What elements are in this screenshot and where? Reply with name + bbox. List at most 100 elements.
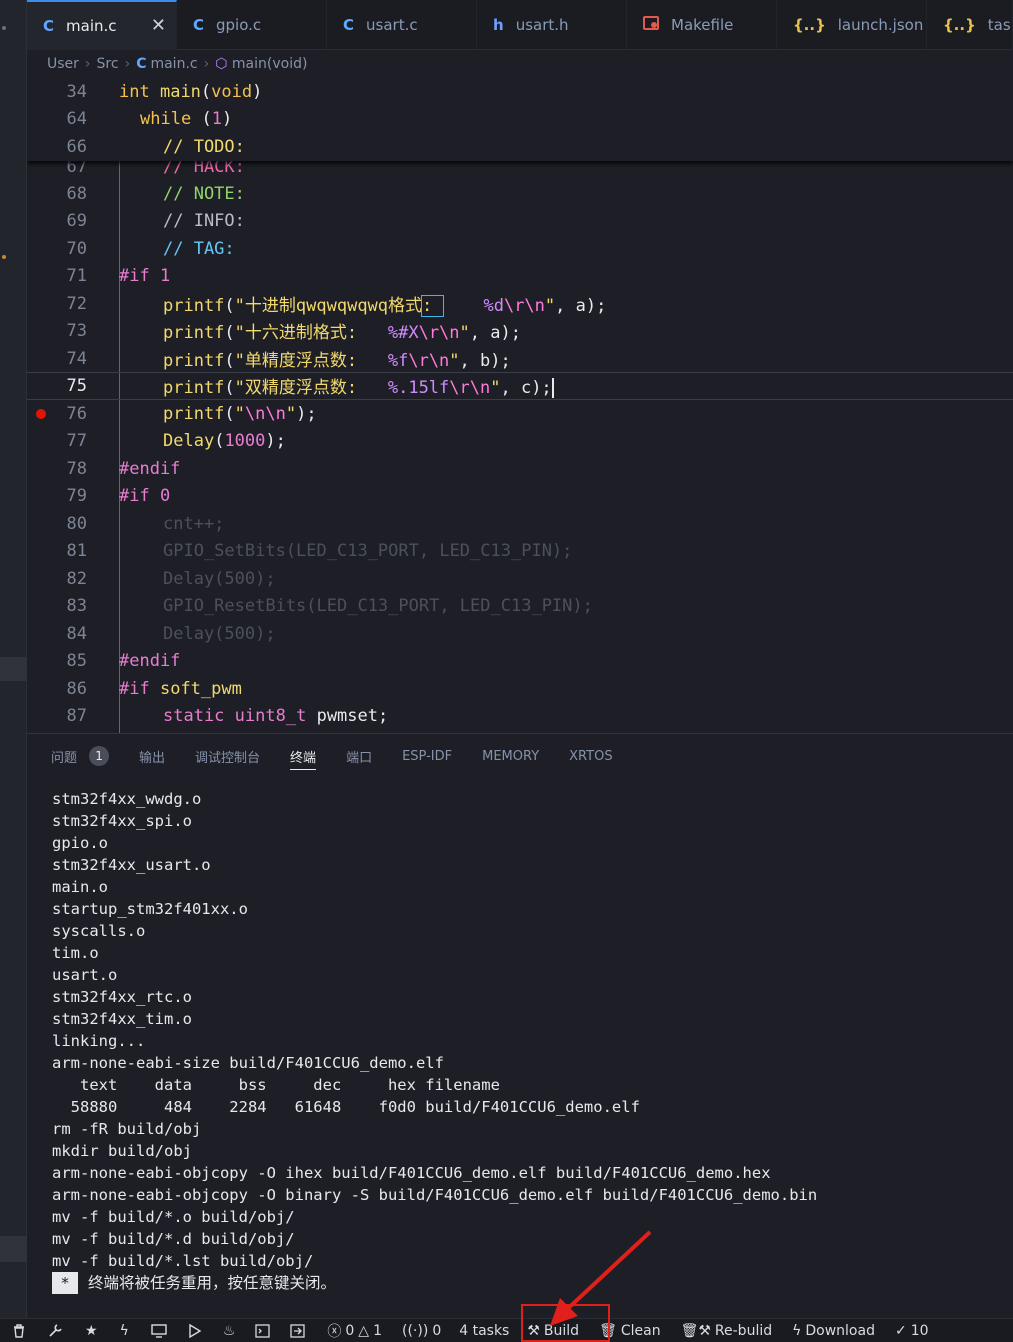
text-cursor — [551, 378, 554, 399]
panel-tabs: 问题 1 输出 调试控制台 终端 端口 ESP-IDF MEMORY XRTOS — [27, 734, 643, 778]
line-number: 71 — [66, 265, 87, 286]
ports-status[interactable]: ((·)) 0 — [402, 1323, 441, 1339]
code-text: printf("单精度浮点数: %f\r\n", b); — [163, 351, 511, 372]
tab-makefile[interactable]: Makefile — [627, 0, 777, 50]
trash-tools-icon: 🗑⚒ — [680, 1322, 711, 1339]
tab-terminal[interactable]: 终端 — [290, 734, 317, 778]
terminal-line: stm32f4xx_rtc.o — [52, 988, 192, 1006]
breakpoint-icon[interactable] — [36, 408, 46, 419]
terminal-line: stm32f4xx_usart.o — [52, 856, 211, 874]
broadcast-icon: ((·)) — [402, 1322, 429, 1339]
tab-label: 端口 — [346, 750, 373, 766]
code-line[interactable]: 77 Delay(1000); — [27, 427, 1013, 455]
code-line[interactable]: 70 // TAG: — [27, 235, 1013, 263]
terminal-icon[interactable] — [255, 1323, 271, 1338]
terminal-line: arm-none-eabi-objcopy -O binary -S build… — [52, 1186, 818, 1204]
tab-esp-idf[interactable]: ESP-IDF — [402, 734, 452, 778]
trash-icon[interactable] — [12, 1323, 26, 1338]
terminal-line: stm32f4xx_spi.o — [52, 812, 192, 830]
line-number: 64 — [66, 109, 87, 130]
problems-status[interactable]: ⓧ 0 △ 1 — [327, 1321, 382, 1341]
code-line[interactable]: 69 // INFO: — [27, 207, 1013, 235]
terminal-line: stm32f4xx_tim.o — [52, 1010, 192, 1028]
tab-label: 调试控制台 — [195, 750, 261, 766]
tab-tasks-json[interactable]: {..} tasks. — [927, 0, 1013, 50]
close-icon[interactable]: ✕ — [151, 15, 166, 36]
check-count: 10 — [910, 1322, 929, 1339]
tab-usart-c[interactable]: C usart.c — [327, 0, 477, 50]
code-line[interactable]: 84 Delay(500); — [27, 620, 1013, 648]
download-button[interactable]: ϟ Download — [792, 1323, 875, 1339]
problems-badge: 1 — [89, 746, 110, 766]
debug-icon[interactable] — [187, 1323, 203, 1338]
current-line[interactable]: 75 printf("双精度浮点数: %.15lf\r\n", c); — [27, 372, 1013, 400]
sticky-line[interactable]: 66 // TODO: — [27, 133, 1013, 161]
code-editor[interactable]: 34 int main(void) 64 while (1) 66 // TOD… — [27, 78, 1013, 733]
flame-icon[interactable]: ♨ — [223, 1323, 236, 1339]
code-line[interactable]: 85 #endif — [27, 647, 1013, 675]
menu-dot[interactable] — [2, 26, 6, 30]
line-number: 80 — [66, 513, 87, 534]
line-number: 72 — [66, 293, 87, 314]
code-text: Delay(500); — [163, 568, 276, 589]
terminal-output[interactable]: stm32f4xx_wwdg.o stm32f4xx_spi.o gpio.o … — [52, 788, 817, 1294]
chevron-right-icon: › — [84, 56, 91, 72]
line-number: 85 — [66, 650, 87, 671]
tab-output[interactable]: 输出 — [139, 734, 165, 778]
terminal-line: text data bss dec hex filename — [52, 1076, 500, 1094]
makefile-icon — [643, 16, 659, 34]
tab-problems[interactable]: 问题 1 — [51, 734, 110, 778]
sticky-line[interactable]: 34 int main(void) — [27, 78, 1013, 106]
code-line[interactable]: 72 printf("十进制qwqwqwqwq格式: %d\r\n", a); — [27, 290, 1013, 318]
breadcrumb-file[interactable]: Cmain.c — [136, 56, 197, 72]
tab-main-c[interactable]: C main.c ✕ — [27, 0, 177, 50]
line-number: 86 — [66, 678, 87, 699]
check-status[interactable]: ✓ 10 — [895, 1323, 929, 1339]
code-line[interactable]: 78 #endif — [27, 455, 1013, 483]
code-line[interactable]: 83 GPIO_ResetBits(LED_C13_PORT, LED_C13_… — [27, 592, 1013, 620]
code-line[interactable]: 87 static uint8_t pwmset; — [27, 702, 1013, 730]
terminal-line: arm-none-eabi-size build/F401CCU6_demo.e… — [52, 1054, 444, 1072]
tab-gpio-c[interactable]: C gpio.c — [177, 0, 327, 50]
code-text: // TODO: — [163, 136, 245, 157]
plug-icon: ϟ — [792, 1322, 802, 1339]
breadcrumb-src[interactable]: Src — [97, 56, 119, 72]
tab-xrtos[interactable]: XRTOS — [569, 734, 612, 778]
code-text: #endif — [119, 458, 181, 479]
code-line[interactable]: 74 printf("单精度浮点数: %f\r\n", b); — [27, 345, 1013, 373]
code-line[interactable]: 81 GPIO_SetBits(LED_C13_PORT, LED_C13_PI… — [27, 537, 1013, 565]
tab-label: Makefile — [671, 16, 734, 34]
wrench-icon[interactable] — [48, 1323, 63, 1338]
star-icon[interactable]: ★ — [85, 1323, 98, 1339]
code-line[interactable]: 73 printf("十六进制格式: %#X\r\n", a); — [27, 317, 1013, 345]
code-line[interactable]: 79 #if 0 — [27, 482, 1013, 510]
line-number: 82 — [66, 568, 87, 589]
code-line[interactable]: 80 cnt++; — [27, 510, 1013, 538]
tab-launch-json[interactable]: {..} launch.json — [777, 0, 927, 50]
sign-in-icon[interactable] — [290, 1323, 306, 1338]
tab-ports[interactable]: 端口 — [346, 734, 372, 778]
rebuild-button[interactable]: 🗑⚒ Re-bulid — [681, 1323, 773, 1339]
code-line[interactable]: 82 Delay(500); — [27, 565, 1013, 593]
tab-memory[interactable]: MEMORY — [482, 734, 539, 778]
ports-count: 0 — [432, 1322, 442, 1339]
monitor-icon[interactable] — [151, 1323, 167, 1338]
warning-count: 1 — [373, 1322, 382, 1339]
code-line[interactable]: 86 #if soft_pwm — [27, 675, 1013, 703]
tab-debug-console[interactable]: 调试控制台 — [195, 734, 260, 778]
breadcrumb-user[interactable]: User — [47, 56, 79, 72]
code-line[interactable]: 68 // NOTE: — [27, 180, 1013, 208]
code-line[interactable]: 71 #if 1 — [27, 262, 1013, 290]
line-number: 73 — [66, 320, 87, 341]
plug-icon[interactable]: ϟ — [120, 1323, 129, 1339]
code-text: #endif — [119, 650, 181, 671]
code-line[interactable]: 76 printf("\n\n"); — [27, 400, 1013, 428]
c-file-icon: C — [136, 56, 147, 72]
activity-highlight — [0, 657, 27, 681]
tasks-status[interactable]: 4 tasks — [459, 1323, 509, 1339]
tab-usart-h[interactable]: h usart.h — [477, 0, 627, 50]
breadcrumb-symbol[interactable]: ⬡ main(void) — [215, 56, 307, 72]
activity-bar — [0, 0, 27, 1318]
sticky-line[interactable]: 64 while (1) — [27, 106, 1013, 134]
terminal-reuse-mark: * — [52, 1272, 78, 1294]
